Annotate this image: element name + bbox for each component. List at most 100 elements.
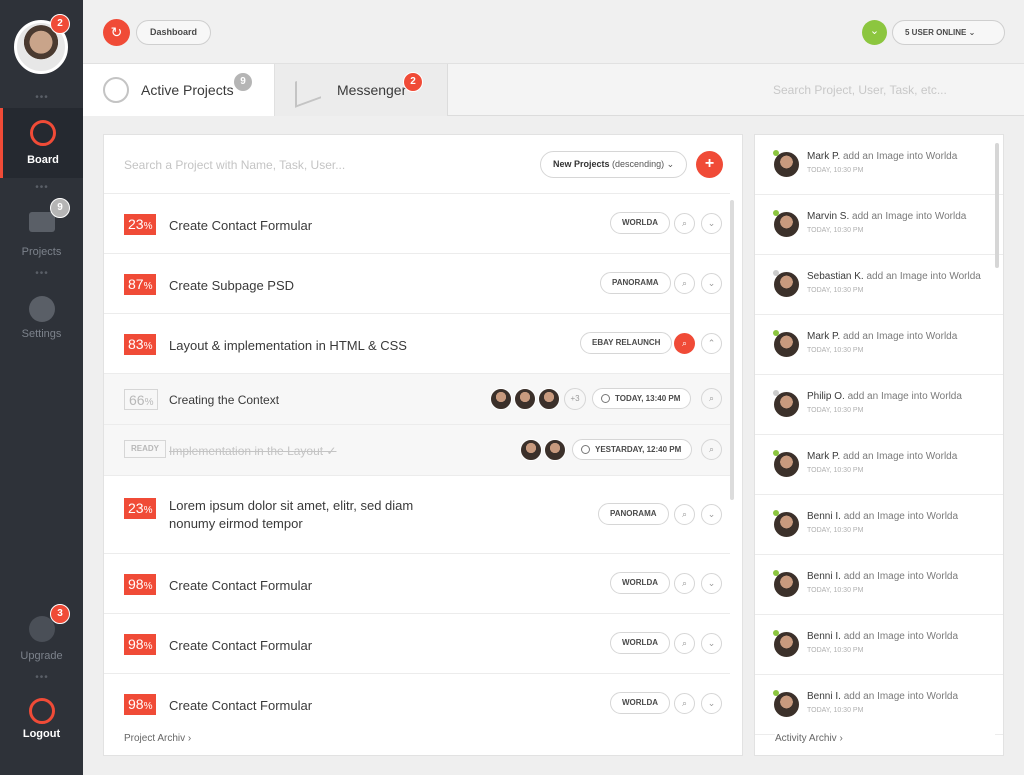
project-search-input[interactable]: Search a Project with Name, Task, User..… bbox=[124, 158, 345, 172]
more-users[interactable]: +3 bbox=[564, 388, 586, 410]
users-online-dropdown[interactable]: 5 USER ONLINE ⌄ bbox=[892, 20, 1005, 45]
sidebar-item-logout[interactable]: Logout bbox=[0, 690, 83, 760]
search-icon[interactable]: ⌕ bbox=[674, 273, 695, 294]
activity-archiv-link[interactable]: Activity Archiv › bbox=[775, 733, 995, 744]
progress-badge: 23% bbox=[124, 214, 157, 235]
project-row[interactable]: 23% Create Contact Formular WORLDA ⌕ ⌄ bbox=[104, 193, 730, 253]
activity-action: add an Image into Worlda bbox=[842, 451, 958, 462]
upgrade-badge: 3 bbox=[50, 604, 70, 624]
activity-item[interactable]: Philip O. add an Image into Worlda TODAY… bbox=[755, 375, 1003, 435]
status-dot bbox=[773, 450, 779, 456]
avatar[interactable] bbox=[538, 388, 560, 410]
scrollbar[interactable] bbox=[730, 200, 734, 500]
progress-badge: 83% bbox=[124, 334, 157, 355]
project-row[interactable]: 83% Layout & implementation in HTML & CS… bbox=[104, 313, 730, 373]
activity-item[interactable]: Benni I. add an Image into Worlda TODAY,… bbox=[755, 675, 1003, 735]
chevron-down-icon[interactable]: ⌄ bbox=[701, 213, 722, 234]
activity-user[interactable]: Benni I. bbox=[807, 691, 841, 702]
avatar[interactable] bbox=[490, 388, 512, 410]
activity-item[interactable]: Benni I. add an Image into Worlda TODAY,… bbox=[755, 495, 1003, 555]
project-tag[interactable]: PANORAMA bbox=[598, 503, 669, 525]
project-tag[interactable]: WORLDA bbox=[610, 212, 670, 234]
project-tag[interactable]: EBAY RELAUNCH bbox=[580, 332, 673, 354]
progress-value: 98 bbox=[128, 576, 144, 592]
project-row[interactable]: 98% Create Contact Formular WORLDA ⌕ ⌄ bbox=[104, 553, 730, 613]
search-icon[interactable]: ⌕ bbox=[674, 693, 695, 714]
activity-time: TODAY, 10:30 PM bbox=[807, 527, 864, 534]
activity-item[interactable]: Benni I. add an Image into Worlda TODAY,… bbox=[755, 615, 1003, 675]
add-project-button[interactable]: + bbox=[696, 151, 723, 178]
activity-user[interactable]: Sebastian K. bbox=[807, 271, 864, 282]
project-list: 23% Create Contact Formular WORLDA ⌕ ⌄ 8… bbox=[104, 193, 730, 733]
avatar[interactable] bbox=[544, 439, 566, 461]
activity-user[interactable]: Benni I. bbox=[807, 511, 841, 522]
search-icon[interactable]: ⌕ bbox=[674, 504, 695, 525]
project-title: Create Contact Formular bbox=[169, 698, 313, 713]
activity-user[interactable]: Mark P. bbox=[807, 451, 840, 462]
project-tag[interactable]: WORLDA bbox=[610, 632, 670, 654]
chevron-down-icon[interactable]: ⌄ bbox=[701, 633, 722, 654]
activity-action: add an Image into Worlda bbox=[843, 691, 959, 702]
search-icon[interactable]: ⌕ bbox=[674, 573, 695, 594]
task-row[interactable]: READY Implementation in the Layout ✓ YES… bbox=[104, 424, 730, 475]
tab-badge: 2 bbox=[403, 72, 423, 92]
activity-time: TODAY, 10:30 PM bbox=[807, 467, 864, 474]
activity-item[interactable]: Mark P. add an Image into Worlda TODAY, … bbox=[755, 135, 1003, 195]
activity-user[interactable]: Mark P. bbox=[807, 151, 840, 162]
tab-active-projects[interactable]: Active Projects 9 bbox=[83, 64, 275, 116]
activity-user[interactable]: Marvin S. bbox=[807, 211, 849, 222]
project-row[interactable]: 87% Create Subpage PSD PANORAMA ⌕ ⌄ bbox=[104, 253, 730, 313]
avatar[interactable] bbox=[514, 388, 536, 410]
activity-item[interactable]: Mark P. add an Image into Worlda TODAY, … bbox=[755, 435, 1003, 495]
project-row[interactable]: 98% Create Contact Formular WORLDA ⌕ ⌄ bbox=[104, 613, 730, 673]
activity-item[interactable]: Benni I. add an Image into Worlda TODAY,… bbox=[755, 555, 1003, 615]
chevron-up-icon[interactable]: ⌃ bbox=[701, 333, 722, 354]
activity-item[interactable]: Marvin S. add an Image into Worlda TODAY… bbox=[755, 195, 1003, 255]
project-row[interactable]: 23% Lorem ipsum dolor sit amet, elitr, s… bbox=[104, 475, 730, 553]
project-tag[interactable]: WORLDA bbox=[610, 692, 670, 714]
sort-dropdown[interactable]: New Projects (descending) ⌄ bbox=[540, 151, 688, 178]
tab-messenger[interactable]: Messenger 2 bbox=[275, 64, 448, 116]
tab-label: Messenger bbox=[337, 82, 407, 98]
activity-action: add an Image into Worlda bbox=[852, 211, 967, 222]
task-time: TODAY, 13:40 PM bbox=[592, 388, 692, 409]
activity-user[interactable]: Mark P. bbox=[807, 331, 840, 342]
project-row[interactable]: 98% Create Contact Formular WORLDA ⌕ ⌄ bbox=[104, 673, 730, 733]
chevron-down-icon[interactable]: ⌄ bbox=[701, 504, 722, 525]
status-dot bbox=[773, 390, 779, 396]
chevron-down-icon[interactable]: ⌄ bbox=[862, 20, 887, 45]
activity-item[interactable]: Sebastian K. add an Image into Worlda TO… bbox=[755, 255, 1003, 315]
search-icon[interactable]: ⌕ bbox=[701, 388, 722, 409]
chevron-down-icon[interactable]: ⌄ bbox=[701, 273, 722, 294]
project-archiv-link[interactable]: Project Archiv › bbox=[124, 733, 191, 744]
activity-item[interactable]: Mark P. add an Image into Worlda TODAY, … bbox=[755, 315, 1003, 375]
sidebar-item-settings[interactable]: Settings bbox=[0, 284, 83, 354]
scrollbar[interactable] bbox=[995, 143, 999, 268]
sidebar-item-board[interactable]: Board bbox=[0, 108, 83, 178]
search-icon[interactable]: ⌕ bbox=[674, 633, 695, 654]
avatar[interactable] bbox=[520, 439, 542, 461]
search-icon[interactable]: ⌕ bbox=[674, 213, 695, 234]
sidebar-item-upgrade[interactable]: Upgrade 3 bbox=[0, 604, 83, 674]
gear-icon bbox=[28, 296, 55, 322]
chevron-down-icon[interactable]: ⌄ bbox=[701, 693, 722, 714]
activity-user[interactable]: Benni I. bbox=[807, 571, 841, 582]
task-title: Creating the Context bbox=[169, 393, 280, 407]
breadcrumb[interactable]: Dashboard bbox=[136, 20, 212, 45]
activity-time: TODAY, 10:30 PM bbox=[807, 707, 864, 714]
project-tag[interactable]: PANORAMA bbox=[600, 272, 671, 294]
sidebar-item-projects[interactable]: Projects 9 bbox=[0, 198, 83, 268]
task-row[interactable]: 66% Creating the Context +3 TODAY, 13:40… bbox=[104, 373, 730, 424]
project-tag[interactable]: WORLDA bbox=[610, 572, 670, 594]
activity-text: Mark P. add an Image into Worlda bbox=[807, 451, 992, 462]
activity-user[interactable]: Philip O. bbox=[807, 391, 845, 402]
task-time-label: TODAY, 13:40 PM bbox=[615, 394, 681, 403]
search-icon[interactable]: ⌕ bbox=[674, 333, 695, 354]
activity-time: TODAY, 10:30 PM bbox=[807, 347, 864, 354]
chevron-down-icon[interactable]: ⌄ bbox=[701, 573, 722, 594]
activity-user[interactable]: Benni I. bbox=[807, 631, 841, 642]
search-icon[interactable]: ⌕ bbox=[701, 439, 722, 460]
task-title: Implementation in the Layout ✓ bbox=[169, 444, 337, 458]
refresh-button[interactable]: ↻ bbox=[103, 19, 130, 46]
global-search-input[interactable]: Search Project, User, Task, etc... bbox=[773, 83, 947, 97]
